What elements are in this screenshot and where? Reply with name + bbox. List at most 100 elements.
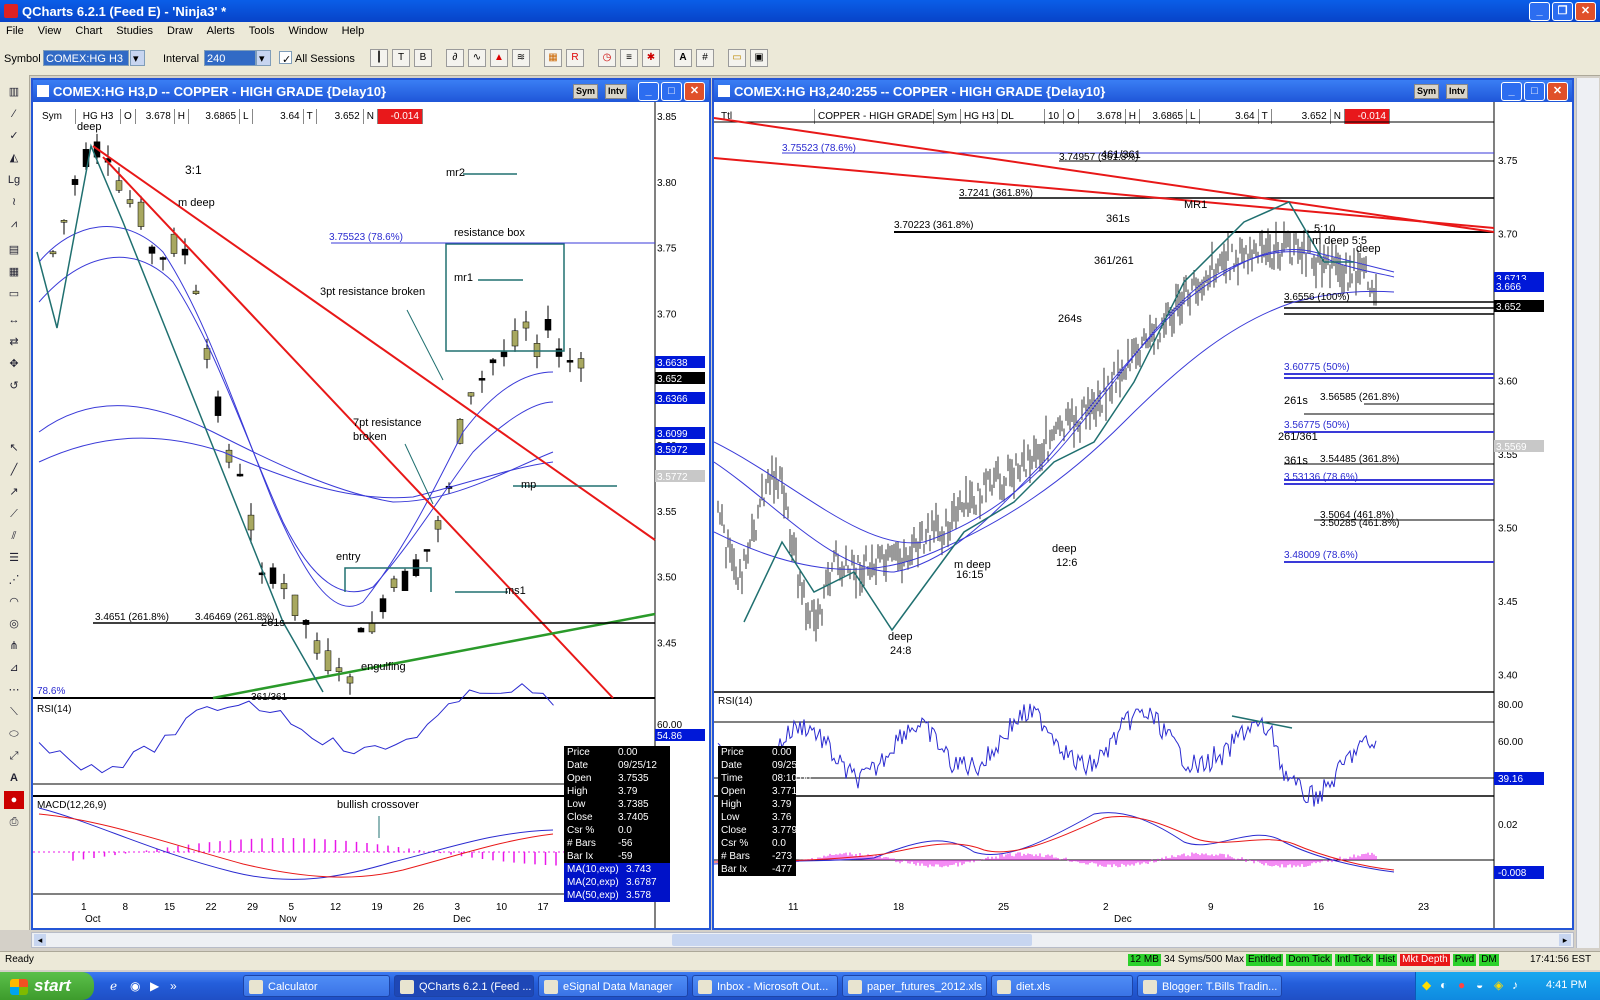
interval-dropdown-icon[interactable]: ▾ <box>256 50 271 66</box>
all-sessions-checkbox[interactable]: ✓ <box>279 51 292 66</box>
spiral-tool-icon[interactable]: ◎ <box>4 615 24 633</box>
tray-icon-1[interactable]: ◆ <box>1422 978 1431 992</box>
right-close-button[interactable]: ✕ <box>1547 82 1568 101</box>
alert-icon[interactable]: ▲ <box>490 49 508 67</box>
right-sym-button[interactable]: Sym <box>1414 84 1440 99</box>
task-paper-futures[interactable]: paper_futures_2012.xls <box>842 975 987 997</box>
menu-window[interactable]: Window <box>288 22 327 41</box>
table-tool-icon[interactable]: ▦ <box>4 263 24 281</box>
ts-icon[interactable]: T <box>392 49 410 67</box>
symbol-input[interactable]: COMEX:HG H3 <box>43 50 129 66</box>
speed-tool-icon[interactable]: ⤢ <box>4 747 24 765</box>
wave-icon[interactable]: ∿ <box>468 49 486 67</box>
task-blogger[interactable]: Blogger: T.Bills Tradin... <box>1137 975 1282 997</box>
ray-tool-icon[interactable]: ↗ <box>4 483 24 501</box>
menu-chart[interactable]: Chart <box>75 22 102 41</box>
arc-tool-icon[interactable]: ◠ <box>4 593 24 611</box>
scroll-left-icon[interactable]: ◂ <box>34 934 46 946</box>
pointer-tool-icon[interactable]: ↖ <box>4 439 24 457</box>
minimize-button[interactable]: _ <box>1529 2 1550 21</box>
task-qcharts[interactable]: QCharts 6.2.1 (Feed ... <box>394 975 534 997</box>
right-maximize-button[interactable]: □ <box>1524 82 1545 101</box>
scroll-thumb[interactable] <box>672 934 1032 946</box>
menu-alerts[interactable]: Alerts <box>207 22 235 41</box>
horizontal-scrollbar[interactable]: ◂ ▸ <box>31 932 1574 948</box>
menu-file[interactable]: File <box>6 22 24 41</box>
bbr-icon[interactable]: B <box>414 49 432 67</box>
tray-icon-3[interactable]: ● <box>1458 978 1465 992</box>
symbol-dropdown-icon[interactable]: ▾ <box>130 50 145 66</box>
menu-tools[interactable]: Tools <box>249 22 275 41</box>
gann-tool-icon[interactable]: ⊿ <box>4 659 24 677</box>
wave-tool-icon[interactable]: ≀ <box>4 193 24 211</box>
fib-tool-icon[interactable]: ☰ <box>4 549 24 567</box>
channel-tool-icon[interactable]: ⫽ <box>4 527 24 545</box>
clock-icon[interactable]: ◷ <box>598 49 616 67</box>
line-tool-icon[interactable]: ╱ <box>4 461 24 479</box>
task-outlook[interactable]: Inbox - Microsoft Out... <box>692 975 838 997</box>
open-folder-icon[interactable]: ▭ <box>728 49 746 67</box>
restore-button[interactable]: ❐ <box>1552 2 1573 21</box>
scroll-right-icon[interactable]: ▸ <box>1559 934 1571 946</box>
grid-icon[interactable]: # <box>696 49 714 67</box>
quick-launch-firefox-icon[interactable]: ◉ <box>130 979 140 993</box>
r-icon[interactable]: R <box>566 49 584 67</box>
text-icon[interactable]: A <box>674 49 692 67</box>
right-chart-svg[interactable]: 3.75523 (78.6%) 3.74957 (361.8%) 461/361… <box>714 102 1572 928</box>
record-tool-icon[interactable]: ● <box>4 791 24 809</box>
text-tool-icon[interactable]: A <box>4 769 24 787</box>
list-icon[interactable]: ≡ <box>620 49 638 67</box>
mountain-tool-icon[interactable]: ◭ <box>4 149 24 167</box>
left-maximize-button[interactable]: □ <box>661 82 682 101</box>
menu-view[interactable]: View <box>38 22 62 41</box>
move-tool-icon[interactable]: ✥ <box>4 355 24 373</box>
left-chart-titlebar[interactable]: COMEX:HG H3,D -- COPPER - HIGH GRADE {De… <box>33 80 709 102</box>
ellipse-tool-icon[interactable]: ⬭ <box>4 725 24 743</box>
indicator-icon[interactable]: ∂ <box>446 49 464 67</box>
vertical-scrollbar[interactable] <box>1576 78 1599 948</box>
quick-launch-media-icon[interactable]: ▶ <box>150 979 159 993</box>
save-icon[interactable]: ▣ <box>750 49 768 67</box>
menu-studies[interactable]: Studies <box>116 22 153 41</box>
right-minimize-button[interactable]: _ <box>1501 82 1522 101</box>
paint-icon[interactable]: ▦ <box>544 49 562 67</box>
scale-icon[interactable]: ≋ <box>512 49 530 67</box>
left-minimize-button[interactable]: _ <box>638 82 659 101</box>
quick-launch-more-icon[interactable]: » <box>170 979 177 993</box>
regression-tool-icon[interactable]: ⟍ <box>4 703 24 721</box>
reset-tool-icon[interactable]: ↺ <box>4 377 24 395</box>
task-esignal[interactable]: eSignal Data Manager <box>538 975 688 997</box>
bar-chart-icon[interactable]: ┃ <box>370 49 388 67</box>
left-close-button[interactable]: ✕ <box>684 82 705 101</box>
left-sym-button[interactable]: Sym <box>573 84 599 99</box>
left-intv-button[interactable]: Intv <box>605 84 628 99</box>
menu-draw[interactable]: Draw <box>167 22 193 41</box>
tray-icon-5[interactable]: ◈ <box>1494 978 1503 992</box>
fan-tool-icon[interactable]: ⋰ <box>4 571 24 589</box>
hline-tool-icon[interactable]: ⟋ <box>4 505 24 523</box>
tray-icon-2[interactable]: ◐ <box>1440 978 1447 992</box>
arrows-tool-icon[interactable]: ⇄ <box>4 333 24 351</box>
arrows-h-tool-icon[interactable]: ↔ <box>4 311 24 329</box>
tray-icon-4[interactable]: ◒ <box>1476 978 1483 992</box>
pitchfork-tool-icon[interactable]: ⋔ <box>4 637 24 655</box>
close-button[interactable]: ✕ <box>1575 2 1596 21</box>
right-intv-button[interactable]: Intv <box>1446 84 1469 99</box>
log-tool-icon[interactable]: Lg <box>4 171 24 189</box>
menu-help[interactable]: Help <box>342 22 365 41</box>
check-tool-icon[interactable]: ✓ <box>4 127 24 145</box>
cycle-tool-icon[interactable]: ⋯ <box>4 681 24 699</box>
bars-tool-icon[interactable]: ▥ <box>4 83 24 101</box>
task-calculator[interactable]: Calculator <box>243 975 390 997</box>
task-diet[interactable]: diet.xls <box>991 975 1133 997</box>
bug-icon[interactable]: ✱ <box>642 49 660 67</box>
zigzag-tool-icon[interactable]: ⩘ <box>4 215 24 233</box>
interval-input[interactable]: 240 <box>204 50 256 66</box>
tray-volume-icon[interactable]: ♪ <box>1512 978 1518 992</box>
print-tool-icon[interactable]: ⎙ <box>4 813 24 831</box>
right-chart-titlebar[interactable]: COMEX:HG H3,240:255 -- COPPER - HIGH GRA… <box>714 80 1572 102</box>
layers-tool-icon[interactable]: ▭ <box>4 285 24 303</box>
quick-launch-ie-icon[interactable]: ℯ <box>110 979 117 993</box>
trend-tool-icon[interactable]: ▤ <box>4 241 24 259</box>
line-chart-tool-icon[interactable]: ⁄ <box>4 105 24 123</box>
